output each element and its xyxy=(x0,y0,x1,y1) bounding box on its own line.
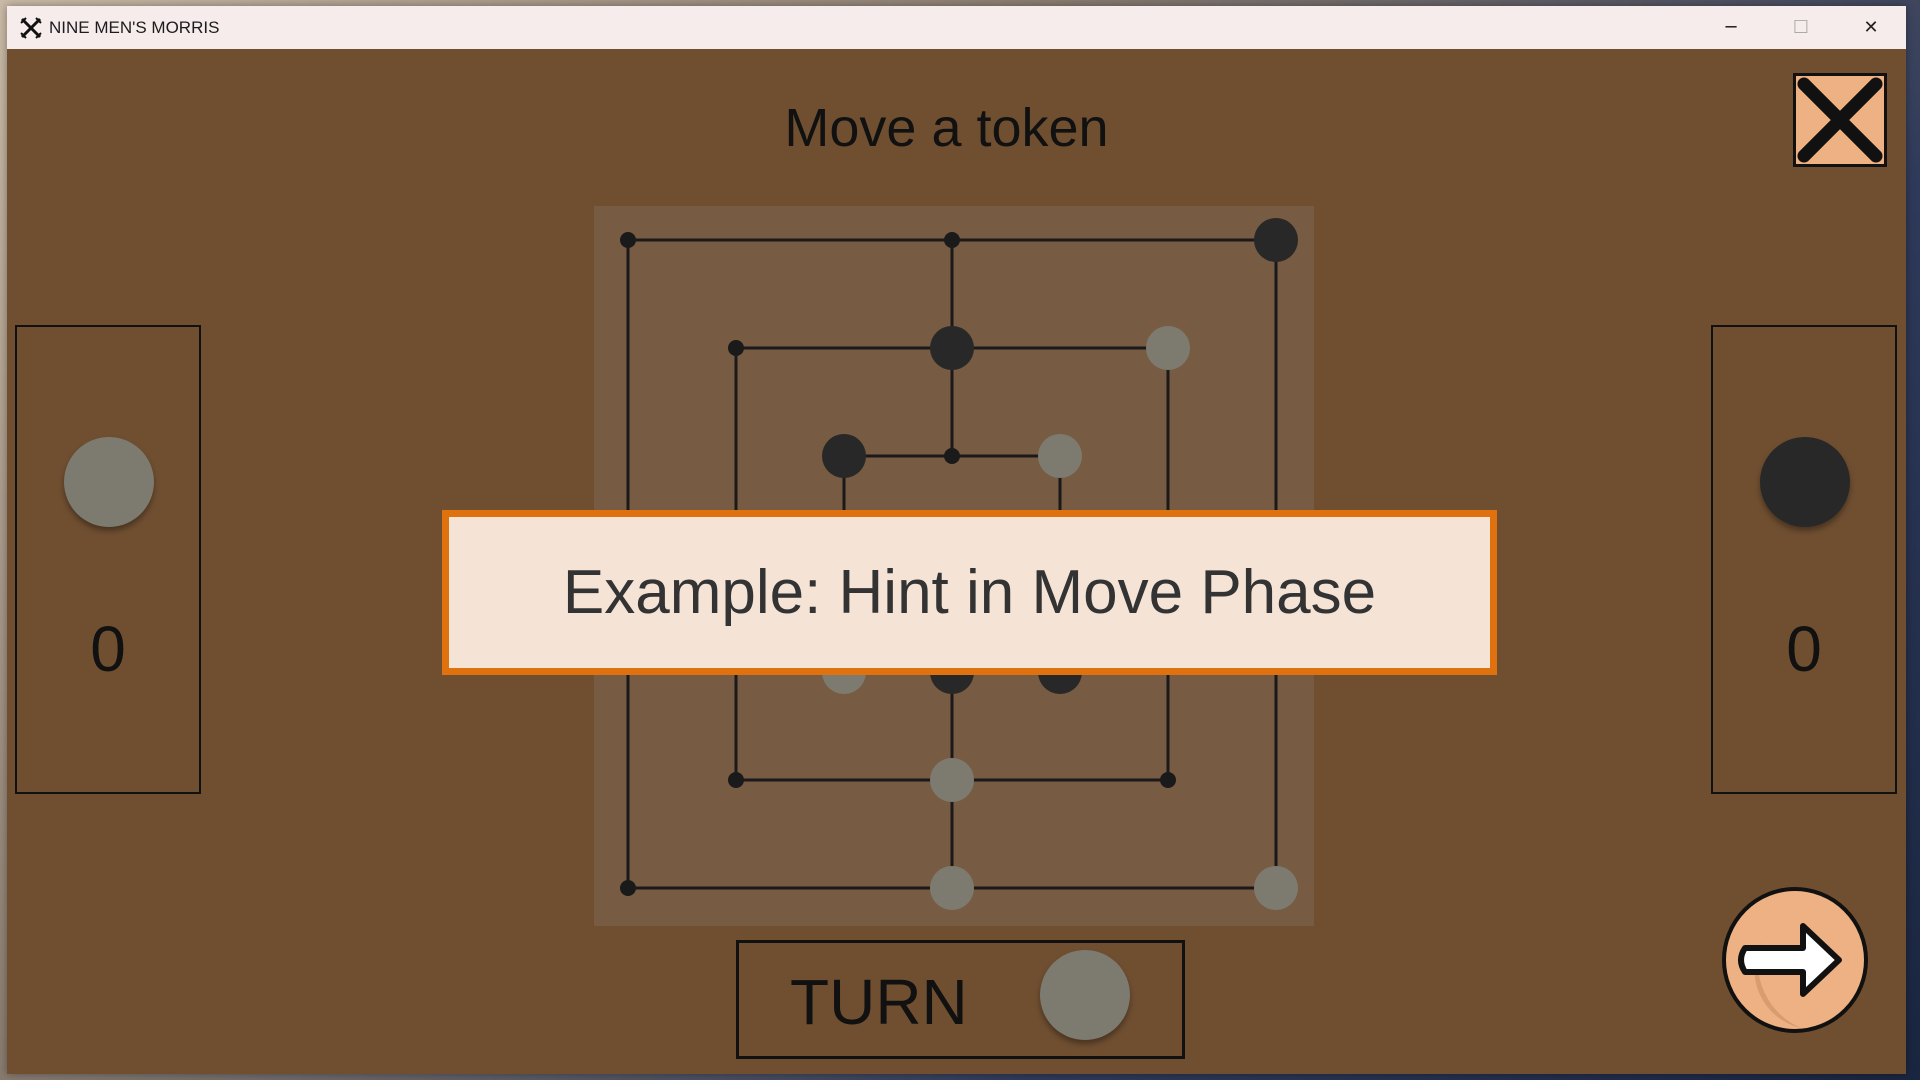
close-window-button[interactable]: ✕ xyxy=(1836,6,1906,49)
token-e5[interactable] xyxy=(1038,434,1082,478)
game-window: NINE MEN'S MORRIS ─ ☐ ✕ Move a token 0 0 xyxy=(7,6,1906,1074)
turn-token xyxy=(1040,950,1130,1040)
board-point-a1[interactable] xyxy=(620,880,636,896)
window-title: NINE MEN'S MORRIS xyxy=(49,17,220,37)
board-point-b6[interactable] xyxy=(728,340,744,356)
close-x-icon xyxy=(1797,77,1883,163)
maximize-button[interactable]: ☐ xyxy=(1766,6,1836,49)
hint-banner: Example: Hint in Move Phase xyxy=(442,510,1497,675)
arrow-right-icon xyxy=(1722,887,1868,1033)
turn-label: TURN xyxy=(790,966,968,1038)
phase-title: Move a token xyxy=(784,98,1109,158)
token-f6[interactable] xyxy=(1146,326,1190,370)
player-left-panel: 0 xyxy=(15,325,201,794)
player-right-token xyxy=(1760,437,1850,527)
turn-indicator: TURN xyxy=(736,940,1185,1059)
window-controls: ─ ☐ ✕ xyxy=(1696,6,1906,49)
board-point-d5[interactable] xyxy=(944,448,960,464)
board-point-f2[interactable] xyxy=(1160,772,1176,788)
player-right-panel: 0 xyxy=(1711,325,1897,794)
player-left-score: 0 xyxy=(90,613,126,685)
board-point-d7[interactable] xyxy=(944,232,960,248)
token-g7[interactable] xyxy=(1254,218,1298,262)
crossed-swords-icon xyxy=(20,16,42,39)
board-point-b2[interactable] xyxy=(728,772,744,788)
next-button[interactable] xyxy=(1721,886,1869,1034)
token-g1[interactable] xyxy=(1254,866,1298,910)
token-d6[interactable] xyxy=(930,326,974,370)
exit-game-button[interactable] xyxy=(1793,73,1887,167)
game-area: Move a token 0 0 Example: Hint in Move P… xyxy=(7,49,1906,1074)
hint-text: Example: Hint in Move Phase xyxy=(562,558,1377,627)
minimize-button[interactable]: ─ xyxy=(1696,6,1766,49)
token-d2[interactable] xyxy=(930,758,974,802)
token-d1[interactable] xyxy=(930,866,974,910)
player-right-score: 0 xyxy=(1786,613,1822,685)
token-c5[interactable] xyxy=(822,434,866,478)
board-point-a7[interactable] xyxy=(620,232,636,248)
player-left-token xyxy=(64,437,154,527)
title-bar: NINE MEN'S MORRIS ─ ☐ ✕ xyxy=(7,6,1906,49)
